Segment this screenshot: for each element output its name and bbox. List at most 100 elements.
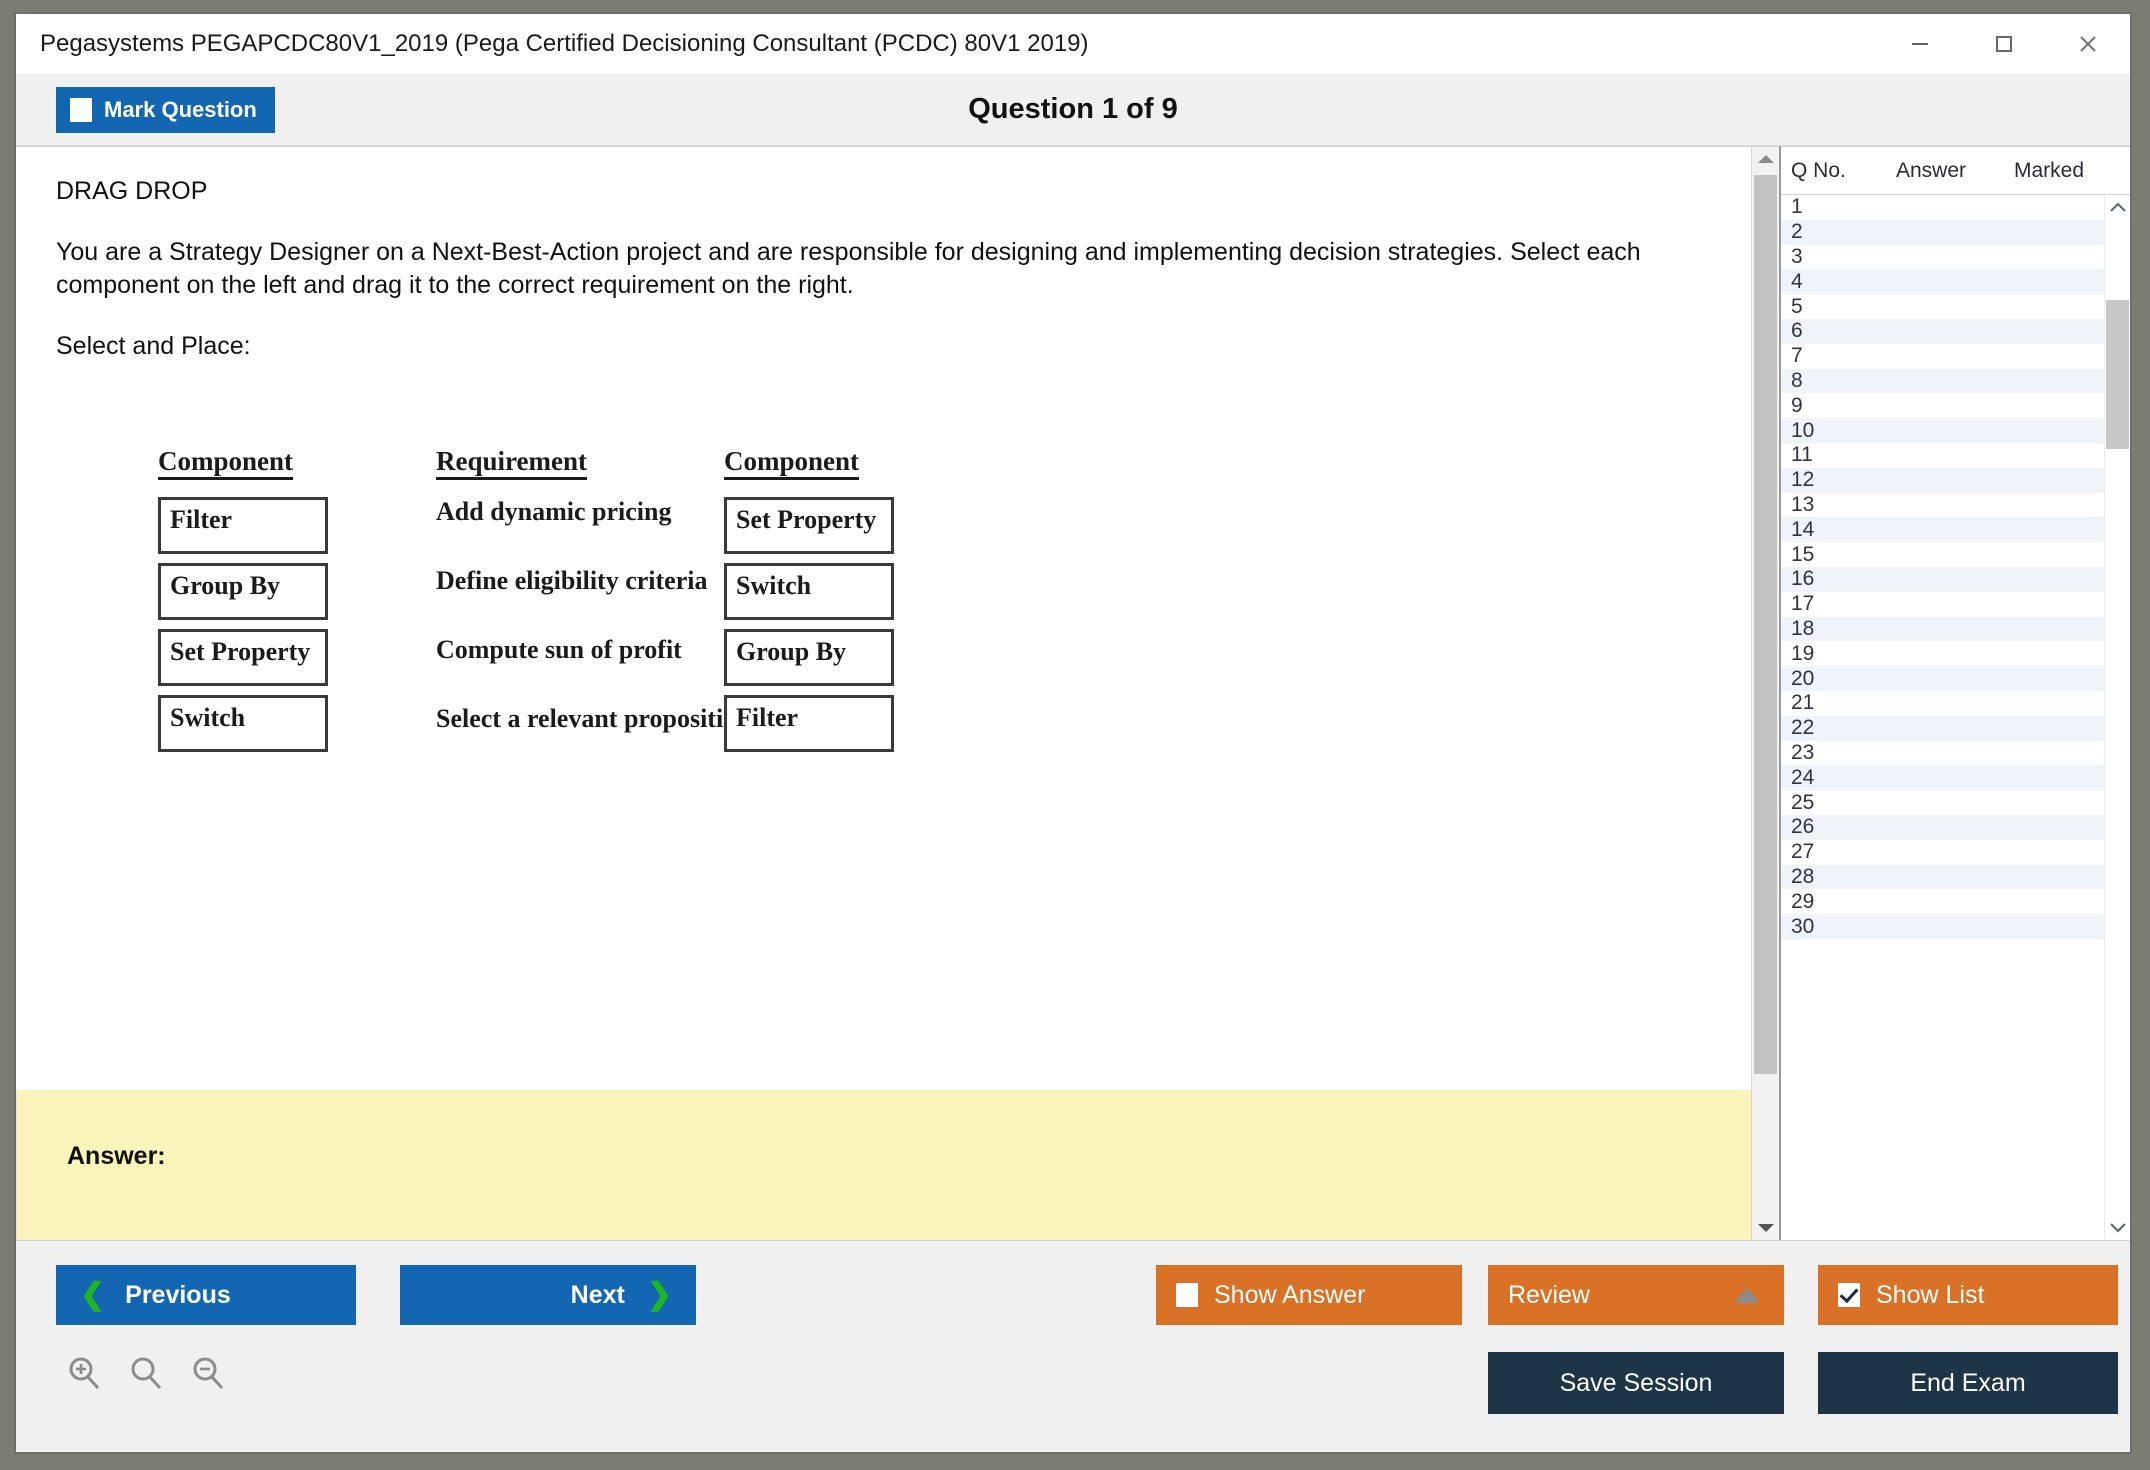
question-list-row[interactable]: 4 [1781,269,2104,294]
show-answer-checkbox-icon[interactable] [1176,1283,1198,1307]
row-question-number: 16 [1791,567,1896,591]
scrollbar-thumb[interactable] [1754,175,1777,1074]
row-question-number: 2 [1791,220,1896,244]
question-list-row[interactable]: 22 [1781,716,2104,741]
dropped-component[interactable]: Set Property [724,497,894,554]
column-header-marked: Marked [2014,159,2104,183]
mark-question-button[interactable]: Mark Question [56,87,275,133]
scroll-up-icon[interactable] [1752,147,1779,171]
row-question-number: 23 [1791,741,1896,765]
list-scrollbar-track[interactable] [2105,221,2130,1214]
diagram-left-column: Component Filter Group By Set Property S… [158,447,386,761]
question-list-row[interactable]: 28 [1781,865,2104,890]
question-list-row[interactable]: 1 [1781,195,2104,220]
draggable-component[interactable]: Switch [158,695,328,752]
row-question-number: 19 [1791,642,1896,666]
row-question-number: 25 [1791,791,1896,815]
diagram-right-column: Component Set Property Switch Group By F… [724,447,952,761]
question-list-row[interactable]: 3 [1781,245,2104,270]
scrollbar-track[interactable] [1752,171,1779,1216]
question-list-row[interactable]: 18 [1781,617,2104,642]
question-list-row[interactable]: 29 [1781,889,2104,914]
row-question-number: 9 [1791,394,1896,418]
question-list-row[interactable]: 5 [1781,294,2104,319]
column-header-qno: Q No. [1791,159,1896,183]
dropped-component[interactable]: Filter [724,695,894,752]
left-column-heading: Component [158,447,293,480]
mark-question-label: Mark Question [104,97,257,123]
row-question-number: 7 [1791,344,1896,368]
requirement-column-heading: Requirement [436,447,587,480]
question-list-rows[interactable]: 1234567891011121314151617181920212223242… [1781,195,2104,1240]
row-question-number: 26 [1791,815,1896,839]
question-list-row[interactable]: 2 [1781,220,2104,245]
row-question-number: 6 [1791,319,1896,343]
minimize-icon[interactable] [1878,14,1962,73]
review-dropdown-button[interactable]: Review [1488,1265,1784,1325]
list-scroll-down-icon[interactable] [2108,1214,2128,1240]
question-list-row[interactable]: 9 [1781,393,2104,418]
question-list-row[interactable]: 7 [1781,344,2104,369]
exam-toolbar: Mark Question Question 1 of 9 [16,74,2130,146]
question-list-row[interactable]: 14 [1781,517,2104,542]
maximize-icon[interactable] [1962,14,2046,73]
zoom-reset-icon[interactable] [126,1353,166,1398]
question-list-row[interactable]: 11 [1781,443,2104,468]
question-list-row[interactable]: 6 [1781,319,2104,344]
close-icon[interactable] [2046,14,2130,73]
question-list-row[interactable]: 24 [1781,765,2104,790]
dropped-component[interactable]: Switch [724,563,894,620]
row-question-number: 10 [1791,419,1896,443]
question-list-scrollbar[interactable] [2104,195,2130,1240]
question-scrollbar[interactable] [1751,146,1779,1240]
drag-drop-diagram: Component Filter Group By Set Property S… [56,447,1711,867]
chevron-up-icon [1734,1288,1760,1303]
question-list-row[interactable]: 26 [1781,815,2104,840]
row-question-number: 15 [1791,543,1896,567]
mark-question-checkbox-icon[interactable] [70,98,92,122]
row-question-number: 30 [1791,915,1896,939]
next-button[interactable]: Next ❯ [400,1265,696,1325]
row-question-number: 11 [1791,443,1896,467]
question-list-row[interactable]: 13 [1781,493,2104,518]
window-controls [1878,14,2130,73]
show-answer-button[interactable]: Show Answer [1156,1265,1462,1325]
question-list-row[interactable]: 21 [1781,691,2104,716]
question-list-row[interactable]: 30 [1781,914,2104,939]
draggable-component[interactable]: Set Property [158,629,328,686]
question-list-body: 1234567891011121314151617181920212223242… [1781,195,2130,1240]
draggable-component[interactable]: Filter [158,497,328,554]
show-list-checkbox-icon[interactable] [1838,1283,1860,1307]
list-scrollbar-thumb[interactable] [2106,300,2129,449]
question-list-row[interactable]: 25 [1781,790,2104,815]
question-list-row[interactable]: 8 [1781,369,2104,394]
end-exam-button[interactable]: End Exam [1818,1352,2118,1414]
show-list-button[interactable]: Show List [1818,1265,2118,1325]
question-list-row[interactable]: 27 [1781,840,2104,865]
draggable-component[interactable]: Group By [158,563,328,620]
question-list-row[interactable]: 17 [1781,592,2104,617]
previous-label: Previous [125,1281,231,1310]
question-scroll-area: DRAG DROP You are a Strategy Designer on… [16,147,1751,1090]
question-list-row[interactable]: 10 [1781,418,2104,443]
zoom-in-icon[interactable] [64,1353,104,1398]
list-scroll-up-icon[interactable] [2108,195,2128,221]
dropped-component[interactable]: Group By [724,629,894,686]
question-list-row[interactable]: 16 [1781,567,2104,592]
previous-button[interactable]: ❮ Previous [56,1265,356,1325]
scroll-down-icon[interactable] [1752,1216,1779,1240]
save-session-button[interactable]: Save Session [1488,1352,1784,1414]
question-list-row[interactable]: 23 [1781,741,2104,766]
end-exam-label: End Exam [1910,1369,2025,1398]
question-list-row[interactable]: 20 [1781,666,2104,691]
exam-body: DRAG DROP You are a Strategy Designer on… [16,146,2130,1240]
requirement-item: Add dynamic pricing [436,497,756,566]
question-content: DRAG DROP You are a Strategy Designer on… [16,147,1751,867]
window-title: Pegasystems PEGAPCDC80V1_2019 (Pega Cert… [40,30,1089,58]
question-list-row[interactable]: 15 [1781,542,2104,567]
zoom-out-icon[interactable] [188,1353,228,1398]
question-list-row[interactable]: 12 [1781,468,2104,493]
answer-panel: Answer: [16,1090,1751,1240]
question-list-row[interactable]: 19 [1781,641,2104,666]
question-pane: DRAG DROP You are a Strategy Designer on… [16,146,1751,1240]
